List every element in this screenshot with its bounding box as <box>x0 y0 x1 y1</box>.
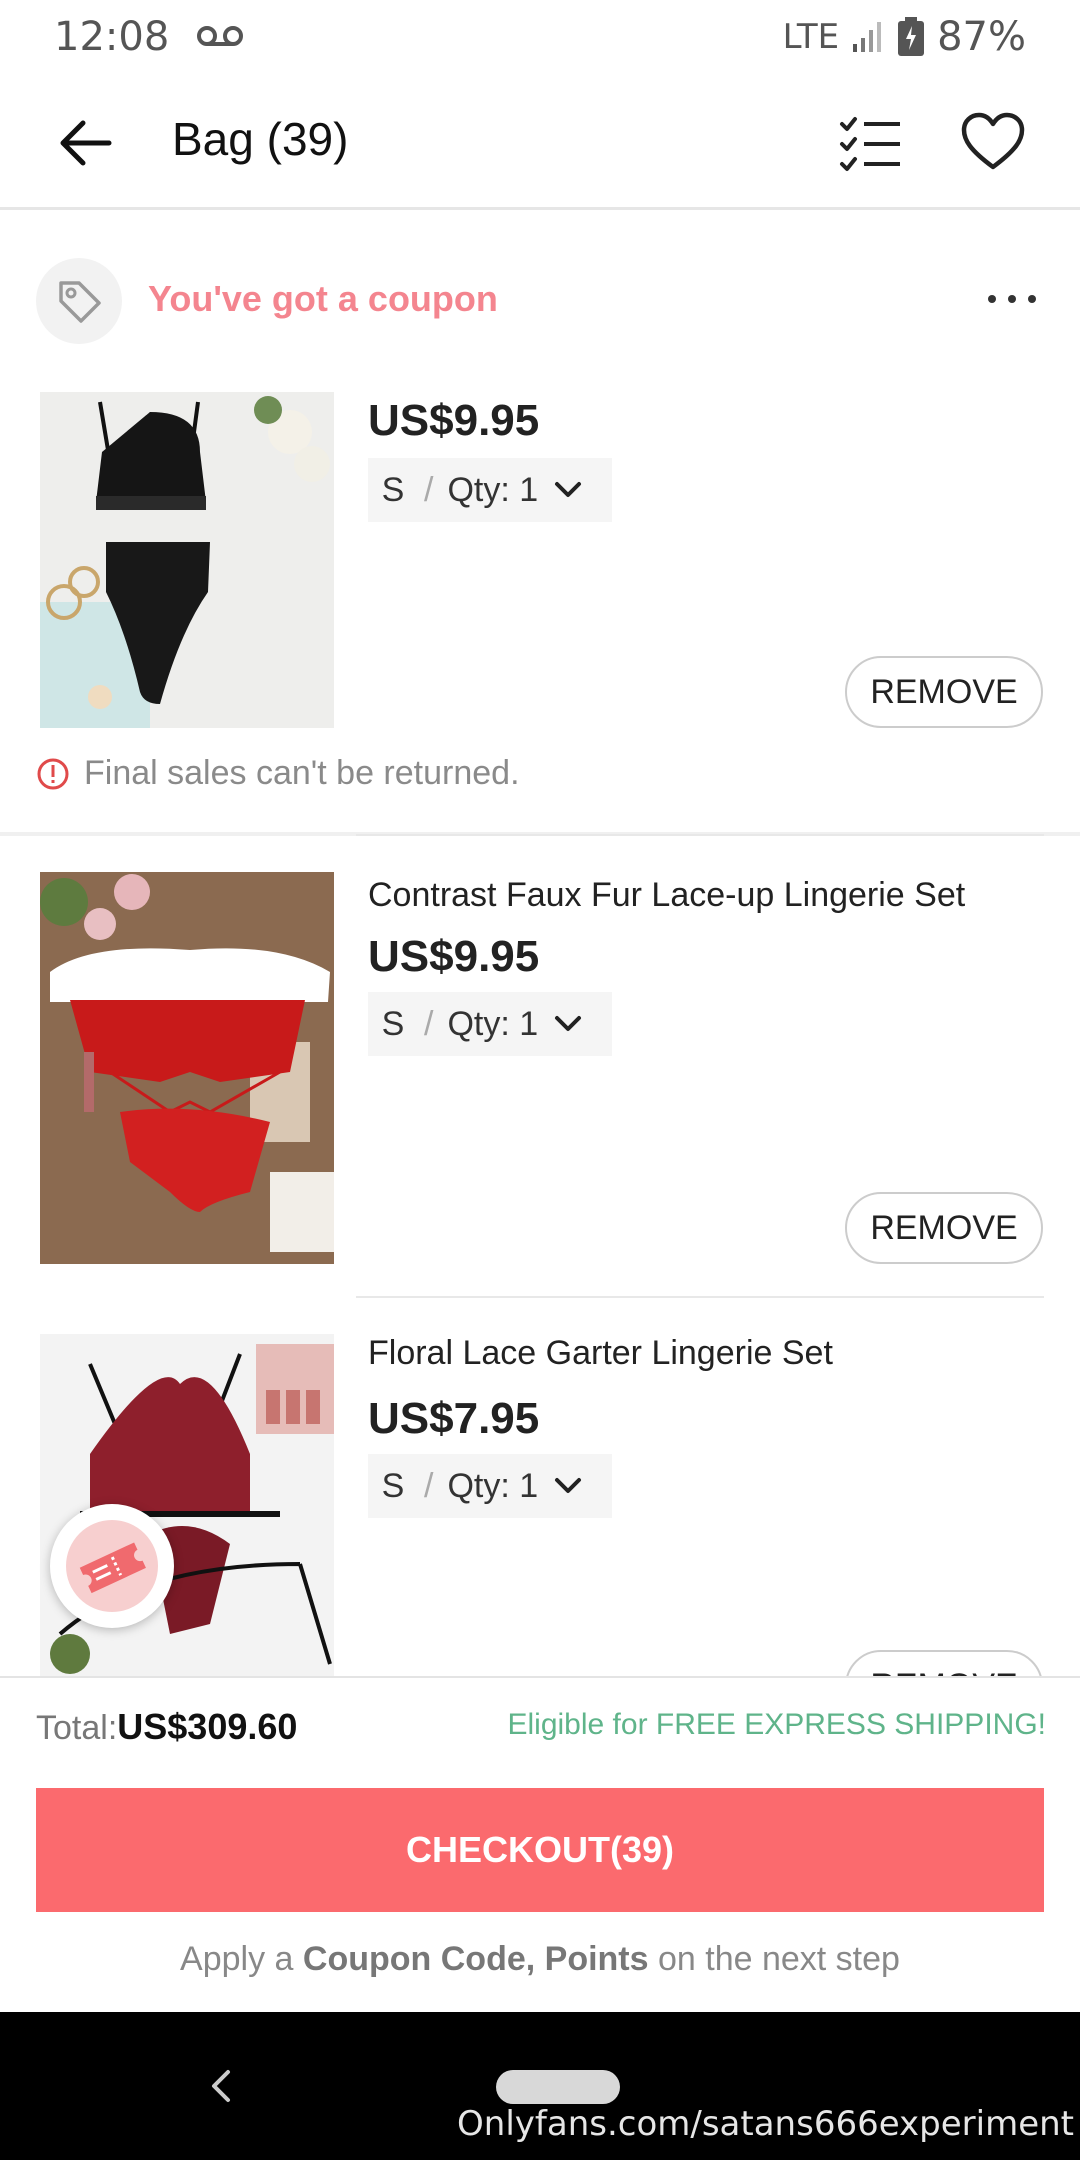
final-sale-text: Final sales can't be returned. <box>84 754 520 792</box>
alert-circle-icon <box>37 758 69 789</box>
status-time: 12:08 <box>54 14 170 60</box>
dot-icon <box>1028 295 1036 303</box>
checkout-button[interactable]: CHECKOUT(39) <box>36 1788 1044 1912</box>
total-value: US$309.60 <box>117 1706 298 1747</box>
item-price: US$7.95 <box>368 1394 540 1443</box>
item-price: US$9.95 <box>368 932 540 981</box>
coupon-hint-bold: Coupon Code, Points <box>302 1940 649 1978</box>
size-value: S <box>381 470 405 509</box>
chevron-down-icon <box>555 1478 582 1493</box>
variant-selector[interactable]: S / Qty: 1 <box>368 992 612 1056</box>
item-price: US$9.95 <box>368 396 540 445</box>
remove-button[interactable]: REMOVE <box>845 1192 1043 1264</box>
page-title: Bag (39) <box>172 113 349 165</box>
more-options-button[interactable] <box>982 274 1042 324</box>
coupon-hint: Apply a Coupon Code, Points on the next … <box>0 1940 1080 1979</box>
back-button[interactable] <box>52 110 118 176</box>
home-pill-button[interactable] <box>496 2070 620 2104</box>
item-name[interactable]: Contrast Faux Fur Lace-up Lingerie Set <box>368 876 965 915</box>
variant-selector[interactable]: S / Qty: 1 <box>368 1454 612 1518</box>
order-total: Total:US$309.60 <box>36 1706 297 1748</box>
divider <box>356 1296 1044 1298</box>
divider <box>356 834 1044 836</box>
coupon-hint-prefix: Apply a <box>180 1940 294 1978</box>
nav-back-icon[interactable] <box>200 2064 244 2108</box>
size-value: S <box>381 1004 405 1043</box>
checkout-panel: Total:US$309.60 Eligible for FREE EXPRES… <box>0 1676 1080 2012</box>
floating-coupon-button[interactable] <box>50 1504 174 1628</box>
status-bar: 12:08 LTE 87% <box>0 0 1080 76</box>
battery-icon <box>898 17 925 56</box>
dot-icon <box>1008 295 1016 303</box>
free-shipping-notice: Eligible for FREE EXPRESS SHIPPING! <box>507 1708 1046 1741</box>
separator: / <box>424 470 434 509</box>
voicemail-icon <box>197 26 243 46</box>
app-header: Bag (39) <box>0 76 1080 210</box>
quantity-value: Qty: 1 <box>447 1004 539 1043</box>
checklist-icon[interactable] <box>838 112 904 172</box>
network-type: LTE <box>782 17 840 57</box>
ticket-icon <box>66 1520 158 1612</box>
status-indicators: LTE 87% <box>783 14 1026 60</box>
total-label: Total: <box>36 1709 118 1747</box>
heart-icon[interactable] <box>960 112 1026 172</box>
chevron-down-icon <box>555 482 582 497</box>
variant-selector[interactable]: S / Qty: 1 <box>368 458 612 522</box>
coupon-text: You've got a coupon <box>148 278 498 319</box>
separator: / <box>424 1004 434 1043</box>
battery-level: 87% <box>937 14 1026 60</box>
remove-button[interactable]: REMOVE <box>845 656 1043 728</box>
final-sale-notice: Final sales can't be returned. <box>36 754 520 793</box>
chevron-down-icon <box>555 1016 582 1031</box>
tag-icon <box>36 258 122 344</box>
item-name[interactable]: Floral Lace Garter Lingerie Set <box>368 1334 833 1373</box>
size-value: S <box>381 1466 405 1505</box>
product-image[interactable] <box>40 392 334 728</box>
watermark: Onlyfans.com/satans666experiment <box>457 2104 1074 2144</box>
quantity-value: Qty: 1 <box>447 470 539 509</box>
coupon-hint-suffix: on the next step <box>658 1940 900 1978</box>
signal-icon <box>853 22 882 52</box>
dot-icon <box>988 295 996 303</box>
product-image[interactable] <box>40 1334 334 1676</box>
coupon-banner[interactable]: You've got a coupon <box>0 252 1080 348</box>
separator: / <box>424 1466 434 1505</box>
product-image[interactable] <box>40 872 334 1264</box>
quantity-value: Qty: 1 <box>447 1466 539 1505</box>
arrow-left-icon <box>60 120 112 166</box>
